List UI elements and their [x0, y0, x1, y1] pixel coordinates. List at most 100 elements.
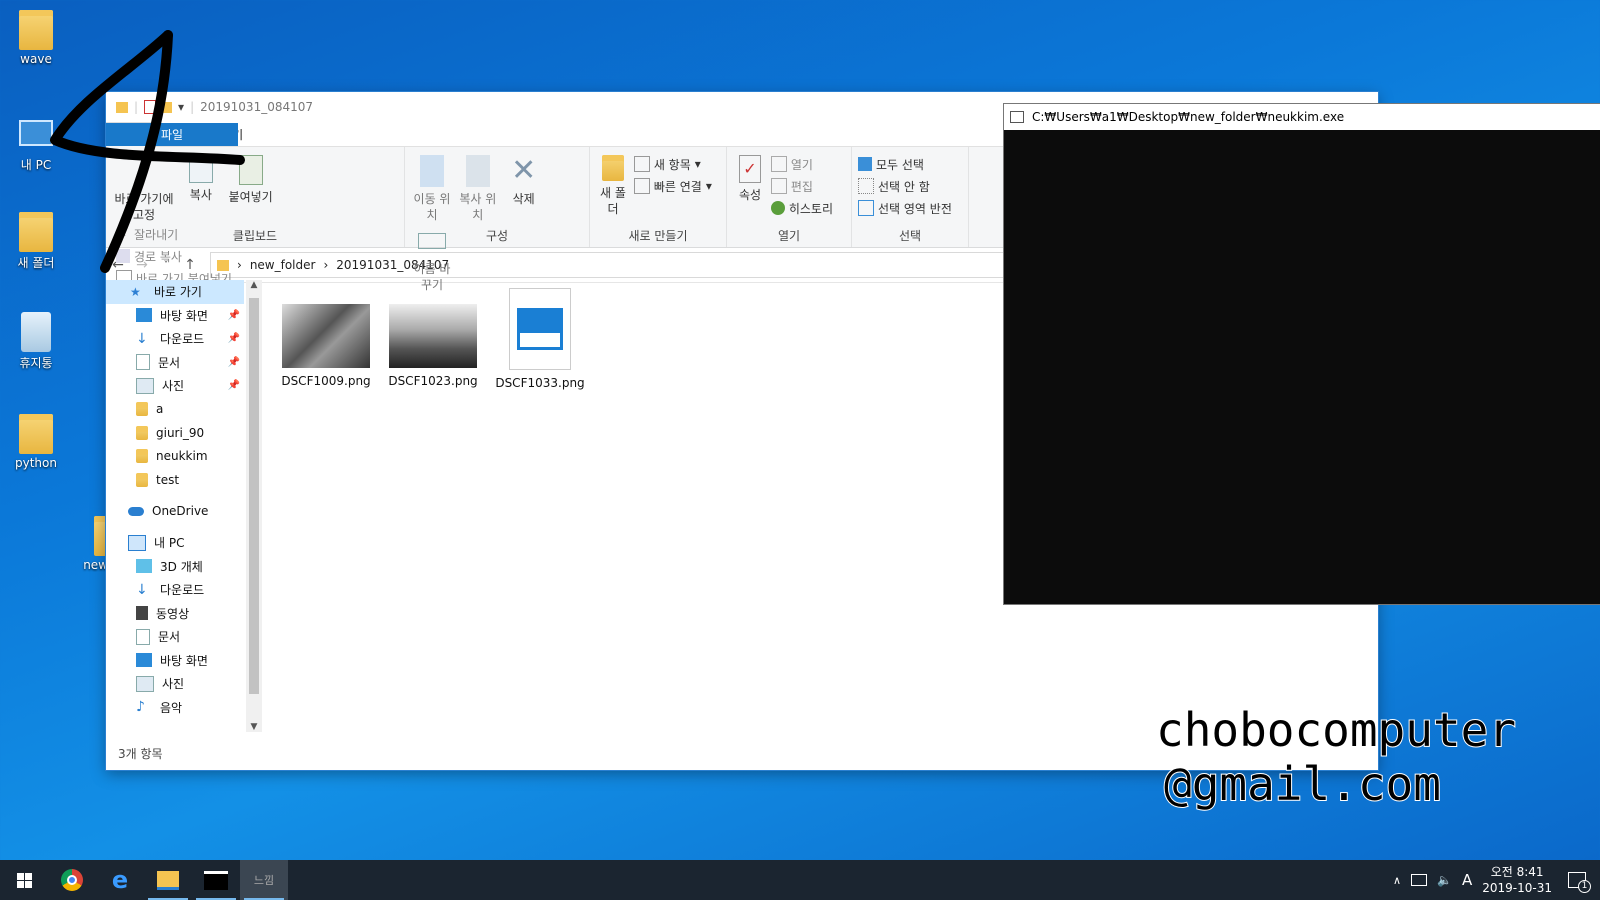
nav-item-folder-a[interactable]: a [106, 398, 244, 422]
file-item[interactable]: DSCF1033.png [490, 288, 590, 390]
scroll-up-icon[interactable]: ▲ [246, 280, 262, 290]
desktop-icon-wave[interactable]: wave [4, 10, 68, 66]
desktop-icon-label: 휴지통 [19, 356, 53, 370]
nav-item-pc-pictures[interactable]: 사진 [106, 672, 244, 696]
taskbar-app[interactable] [192, 860, 240, 900]
copy-path-button[interactable]: 경로 복사 [116, 245, 232, 267]
nav-onedrive[interactable]: OneDrive [106, 500, 244, 524]
new-item-button[interactable]: 새 항목 ▾ [633, 153, 712, 175]
copy-to-button[interactable]: 복사 위치 [457, 153, 499, 223]
nav-item-music[interactable]: ♪ 음악 [106, 696, 244, 720]
recycle-bin-icon [21, 312, 51, 352]
star-icon: ★ [130, 284, 141, 299]
clock-time: 오전 8:41 [1490, 865, 1544, 879]
paste-button[interactable]: 붙여넣기 [226, 153, 276, 205]
copy-button[interactable]: 복사 [180, 153, 222, 203]
taskbar-file-explorer[interactable] [144, 860, 192, 900]
delete-button[interactable]: ✕ 삭제 [503, 153, 545, 207]
file-name: DSCF1023.png [388, 374, 478, 388]
easy-access-icon [633, 178, 650, 194]
nav-item-folder-neukkim[interactable]: neukkim [106, 445, 244, 469]
folder-icon [19, 414, 53, 454]
console-app-label: 느낌 [253, 874, 275, 887]
file-item[interactable]: DSCF1023.png [383, 304, 483, 388]
taskbar-console[interactable]: 느낌 [240, 860, 288, 900]
start-button[interactable] [0, 860, 48, 900]
desktop-icon-python[interactable]: python [4, 414, 68, 470]
scroll-down-icon[interactable]: ▼ [246, 722, 262, 732]
file-name: DSCF1009.png [281, 374, 371, 388]
nav-this-pc[interactable]: 내 PC [106, 531, 244, 555]
properties-button[interactable]: ✓ 속성 [733, 153, 767, 203]
desktop-icon-label: new [83, 558, 108, 572]
speaker-icon[interactable]: 🔈 [1437, 873, 1452, 887]
app-icon [204, 870, 228, 890]
invert-selection-button[interactable]: 선택 영역 반전 [858, 197, 962, 219]
nav-item-pictures[interactable]: 사진 📌 [106, 374, 244, 398]
taskbar-chrome[interactable] [48, 860, 96, 900]
desktop-icon-label: python [15, 456, 57, 470]
nav-item-downloads[interactable]: ↓ 다운로드 📌 [106, 327, 244, 351]
nav-label: 다운로드 [160, 332, 205, 347]
select-all-button[interactable]: 모두 선택 [858, 153, 962, 175]
desktop-icon-new[interactable]: new [62, 516, 108, 572]
paste-icon [238, 155, 263, 185]
breadcrumb-separator: › [237, 258, 242, 272]
nav-quick-access[interactable]: ★ 바로 가기 [106, 280, 244, 304]
file-item[interactable]: DSCF1009.png [276, 304, 376, 388]
pin-icon: 📌 [227, 333, 240, 345]
desktop-icon-this-pc[interactable]: 내 PC [4, 112, 68, 173]
clock[interactable]: 오전 8:41 2019-10-31 [1482, 864, 1552, 896]
scrollbar-thumb[interactable] [249, 298, 259, 694]
move-to-button[interactable]: 이동 위치 [411, 153, 453, 223]
nav-item-pc-documents[interactable]: 문서 [106, 625, 244, 649]
nav-item-documents[interactable]: 문서 📌 [106, 351, 244, 375]
select-all-icon [858, 157, 872, 171]
delete-label: 삭제 [512, 192, 535, 206]
console-window[interactable]: C:₩Users₩a1₩Desktop₩new_folder₩neukkim.e… [1003, 103, 1600, 605]
clock-date: 2019-10-31 [1482, 881, 1552, 895]
nav-item-videos[interactable]: 동영상 [106, 602, 244, 626]
nav-item-folder-giuri[interactable]: giuri_90 [106, 421, 244, 445]
customize-qat-icon[interactable]: ▾ [178, 100, 184, 114]
group-label: 새로 만들기 [628, 229, 688, 243]
nav-label: 문서 [158, 355, 181, 370]
folder-icon [136, 425, 148, 440]
easy-access-button[interactable]: 빠른 연결 ▾ [633, 175, 712, 197]
edit-button[interactable]: 편집 [770, 175, 833, 197]
desktop-icon-recycle-bin[interactable]: 휴지통 [4, 312, 68, 371]
taskbar-edge[interactable]: e [96, 860, 144, 900]
folder-icon [602, 155, 624, 181]
nav-item-pc-desktop[interactable]: 바탕 화면 [106, 649, 244, 673]
new-folder-quick-icon[interactable] [160, 101, 173, 113]
breadcrumb-item[interactable]: new_folder [250, 258, 316, 272]
network-icon[interactable] [1411, 874, 1428, 886]
nav-label: 사진 [162, 379, 185, 394]
nav-scrollbar[interactable]: ▲ ▼ [246, 280, 262, 732]
picture-file-icon [509, 288, 571, 370]
new-folder-button[interactable]: 새 폴더 [596, 153, 630, 217]
nav-item-desktop[interactable]: 바탕 화면 📌 [106, 304, 244, 328]
notification-center-icon[interactable]: 1 [1568, 872, 1591, 893]
pictures-icon [136, 675, 154, 692]
music-note-icon: ♪ [136, 699, 145, 716]
pin-quick-access-button[interactable]: 바로 가기에 고정 [112, 153, 176, 223]
nav-item-3d-objects[interactable]: 3D 개체 [106, 555, 244, 579]
folder-icon [157, 870, 179, 890]
desktop-icon-new-folder[interactable]: 새 폴더 [4, 212, 68, 271]
open-button[interactable]: 열기 [770, 153, 833, 175]
file-name: DSCF1033.png [495, 376, 585, 390]
new-item-label: 새 항목 [653, 157, 691, 172]
folder-icon [19, 10, 53, 50]
input-method-indicator[interactable]: A [1462, 871, 1472, 889]
properties-quick-icon[interactable] [144, 100, 157, 114]
tab-file[interactable]: 파일 [106, 123, 238, 146]
select-none-button[interactable]: 선택 안 함 [858, 175, 962, 197]
nav-item-pc-downloads[interactable]: ↓ 다운로드 [106, 578, 244, 602]
history-button[interactable]: 히스토리 [770, 197, 833, 219]
computer-icon [19, 120, 53, 146]
copy-icon [188, 155, 213, 183]
folder-icon [19, 212, 53, 252]
chevron-up-icon[interactable]: ∧ [1393, 874, 1401, 887]
nav-item-folder-test[interactable]: test [106, 468, 244, 492]
